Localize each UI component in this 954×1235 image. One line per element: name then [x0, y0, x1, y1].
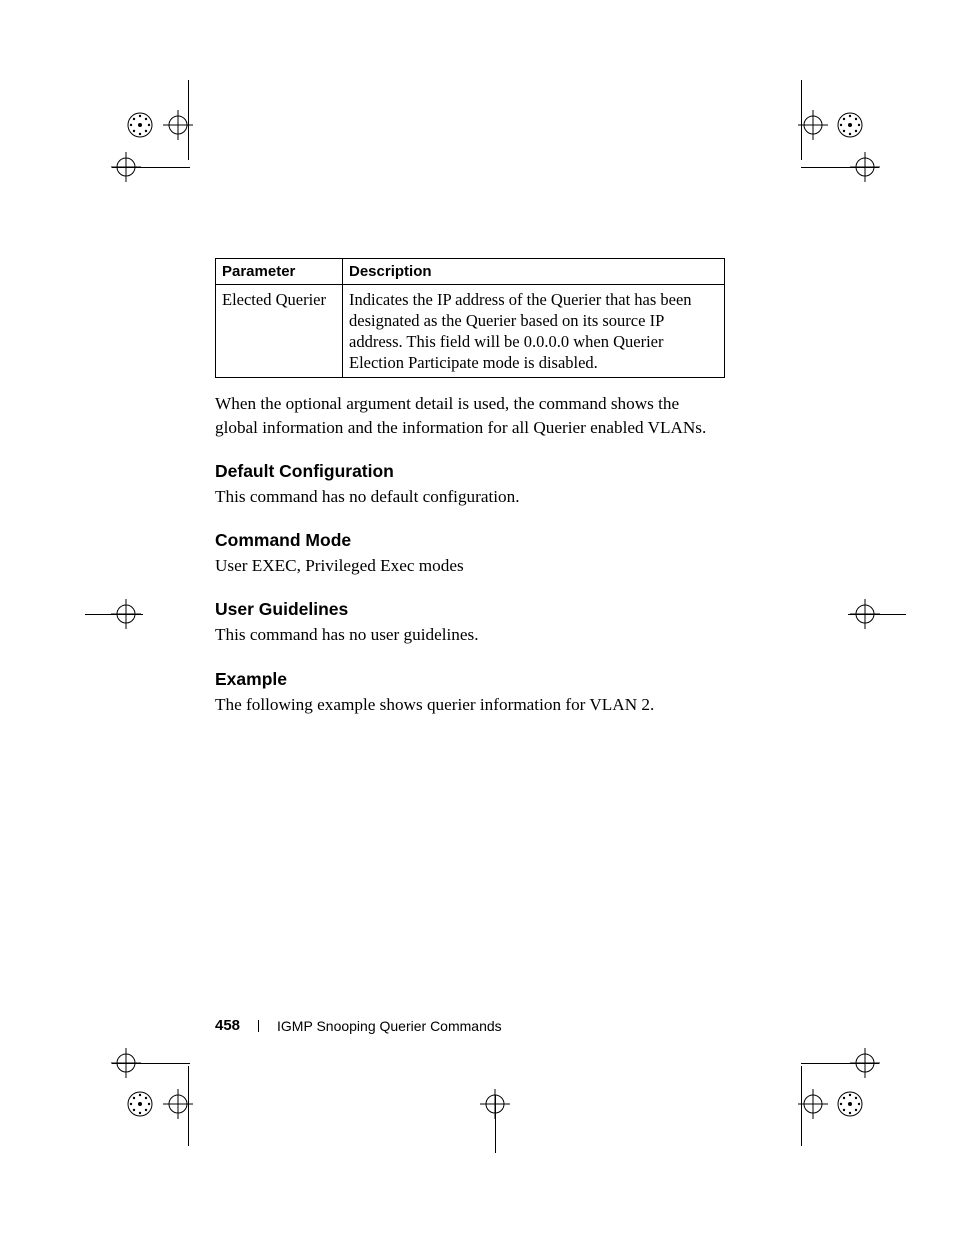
intro-paragraph: When the optional argument detail is use… — [215, 392, 725, 438]
page: Parameter Description Elected Querier In… — [0, 0, 954, 1235]
registration-mark-icon — [798, 110, 828, 140]
crop-mark — [801, 167, 879, 168]
content-area: Parameter Description Elected Querier In… — [215, 258, 725, 716]
table-header-parameter: Parameter — [216, 259, 343, 285]
table-cell-parameter: Elected Querier — [216, 285, 343, 378]
registration-mark-icon — [798, 1089, 828, 1119]
body-default-configuration: This command has no default configuratio… — [215, 485, 725, 508]
page-footer: 458 IGMP Snooping Querier Commands — [215, 1017, 735, 1034]
registration-mark-icon — [126, 111, 154, 139]
registration-mark-icon — [836, 111, 864, 139]
crop-mark — [188, 80, 189, 160]
registration-mark-icon — [126, 1090, 154, 1118]
crop-mark — [188, 1066, 189, 1146]
crop-mark — [801, 80, 802, 160]
table-header-row: Parameter Description — [216, 259, 725, 285]
crop-mark — [848, 614, 906, 615]
footer-title: IGMP Snooping Querier Commands — [277, 1018, 502, 1034]
heading-command-mode: Command Mode — [215, 530, 725, 551]
crop-mark — [801, 1063, 879, 1064]
footer-separator — [258, 1020, 259, 1032]
heading-user-guidelines: User Guidelines — [215, 599, 725, 620]
crop-mark — [495, 1095, 496, 1153]
table-row: Elected Querier Indicates the IP address… — [216, 285, 725, 378]
table-cell-description: Indicates the IP address of the Querier … — [343, 285, 725, 378]
page-number: 458 — [215, 1017, 240, 1034]
body-user-guidelines: This command has no user guidelines. — [215, 623, 725, 646]
parameter-table: Parameter Description Elected Querier In… — [215, 258, 725, 378]
crop-mark — [801, 1066, 802, 1146]
crop-mark — [85, 614, 143, 615]
heading-default-configuration: Default Configuration — [215, 461, 725, 482]
table-header-description: Description — [343, 259, 725, 285]
heading-example: Example — [215, 669, 725, 690]
registration-mark-icon — [836, 1090, 864, 1118]
body-command-mode: User EXEC, Privileged Exec modes — [215, 554, 725, 577]
crop-mark — [112, 1063, 190, 1064]
crop-mark — [112, 167, 190, 168]
body-example: The following example shows querier info… — [215, 693, 725, 716]
